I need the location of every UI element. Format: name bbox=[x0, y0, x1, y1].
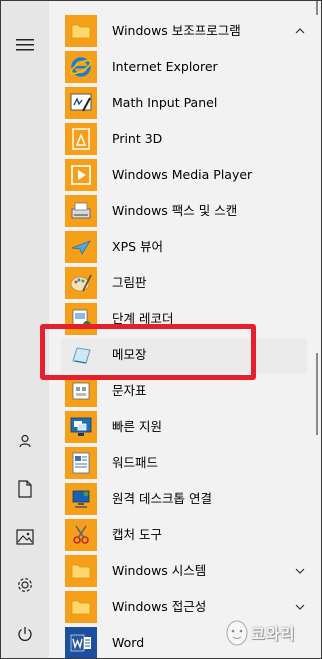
math-input-icon bbox=[65, 87, 97, 119]
remote-desktop-icon bbox=[65, 483, 97, 515]
chevron-up-icon[interactable] bbox=[295, 13, 305, 49]
app-label: Print 3D bbox=[112, 131, 163, 146]
app-math-input-panel[interactable]: Math Input Panel bbox=[49, 85, 313, 121]
app-xps-viewer[interactable]: XPS 뷰어 bbox=[49, 229, 313, 265]
app-windows-fax-scan[interactable]: Windows 팩스 및 스캔 bbox=[49, 193, 313, 229]
watermark-text: 코와리 bbox=[251, 625, 296, 643]
app-quick-assist[interactable]: 빠른 지원 bbox=[49, 409, 313, 445]
app-remote-desktop[interactable]: 원격 데스크톱 연결 bbox=[49, 481, 313, 517]
app-internet-explorer[interactable]: Internet Explorer bbox=[49, 49, 313, 85]
app-label: 캡처 도구 bbox=[112, 527, 162, 542]
group-windows-system[interactable]: Windows 시스템 bbox=[49, 553, 313, 589]
annotation-highlight-box bbox=[40, 324, 256, 380]
hamburger-icon[interactable] bbox=[1, 25, 49, 65]
watermark-mascot-icon bbox=[226, 620, 248, 646]
quick-assist-icon bbox=[65, 411, 97, 443]
group-windows-accessories[interactable]: Windows 보조프로그램 bbox=[49, 13, 313, 49]
group-label: Windows 시스템 bbox=[112, 563, 207, 578]
folder-icon bbox=[65, 591, 97, 623]
folder-icon bbox=[65, 15, 97, 47]
internet-explorer-icon bbox=[65, 51, 97, 83]
app-wordpad[interactable]: 워드패드 bbox=[49, 445, 313, 481]
settings-icon[interactable] bbox=[1, 565, 49, 605]
print-3d-icon bbox=[65, 123, 97, 155]
app-label: Windows Media Player bbox=[112, 167, 253, 182]
app-label: 워드패드 bbox=[112, 455, 159, 470]
app-label: 빠른 지원 bbox=[112, 419, 162, 434]
pictures-icon[interactable] bbox=[1, 517, 49, 557]
word-icon bbox=[65, 627, 97, 658]
start-menu: Windows 보조프로그램 Internet Explorer Math In… bbox=[0, 0, 322, 659]
app-label: Windows 팩스 및 스캔 bbox=[112, 203, 238, 218]
app-label: Math Input Panel bbox=[112, 95, 218, 110]
user-icon[interactable] bbox=[1, 421, 49, 461]
app-label: XPS 뷰어 bbox=[112, 239, 164, 254]
app-print-3d[interactable]: Print 3D bbox=[49, 121, 313, 157]
wordpad-icon bbox=[65, 447, 97, 479]
app-windows-media-player[interactable]: Windows Media Player bbox=[49, 157, 313, 193]
watermark: 코와리 bbox=[223, 613, 319, 657]
scrollbar-top-segment bbox=[316, 1, 318, 15]
scrollbar[interactable] bbox=[313, 1, 321, 658]
app-snipping-tool[interactable]: 캡처 도구 bbox=[49, 517, 313, 553]
fax-scan-icon bbox=[65, 195, 97, 227]
folder-icon bbox=[65, 555, 97, 587]
xps-viewer-icon bbox=[65, 231, 97, 263]
document-icon[interactable] bbox=[1, 469, 49, 509]
app-label: 그림판 bbox=[112, 275, 147, 290]
app-label: Internet Explorer bbox=[112, 59, 218, 74]
app-paint[interactable]: 그림판 bbox=[49, 265, 313, 301]
paint-icon bbox=[65, 267, 97, 299]
scrollbar-thumb[interactable] bbox=[316, 353, 318, 435]
power-icon[interactable] bbox=[1, 614, 49, 654]
chevron-down-icon[interactable] bbox=[295, 553, 305, 589]
snipping-tool-icon bbox=[65, 519, 97, 551]
group-label: Windows 보조프로그램 bbox=[112, 23, 241, 38]
media-player-icon bbox=[65, 159, 97, 191]
group-label: Windows 접근성 bbox=[112, 599, 207, 614]
app-label: 원격 데스크톱 연결 bbox=[112, 491, 212, 506]
app-label: Word bbox=[112, 635, 145, 650]
